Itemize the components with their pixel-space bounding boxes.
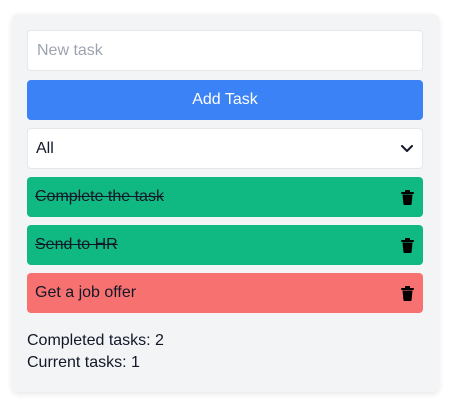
todo-panel: Add Task All Complete the task Send to H… (12, 14, 439, 392)
task-item[interactable]: Get a job offer (27, 273, 423, 313)
trash-icon[interactable] (400, 237, 414, 253)
current-tasks-count: Current tasks: 1 (27, 354, 140, 371)
add-task-button[interactable]: Add Task (27, 80, 423, 120)
chevron-down-icon (400, 142, 414, 156)
task-stats: Completed tasks: 2 Current tasks: 1 (27, 330, 164, 374)
task-label: Get a job offer (35, 284, 137, 301)
task-item[interactable]: Complete the task (27, 177, 423, 217)
completed-tasks-count: Completed tasks: 2 (27, 332, 164, 349)
task-label: Send to HR (35, 236, 118, 253)
filter-selected-value: All (36, 139, 54, 157)
trash-icon[interactable] (400, 285, 414, 301)
task-label: Complete the task (35, 188, 164, 205)
filter-select[interactable]: All (27, 128, 423, 169)
trash-icon[interactable] (400, 189, 414, 205)
new-task-input[interactable] (27, 30, 423, 71)
task-item[interactable]: Send to HR (27, 225, 423, 265)
